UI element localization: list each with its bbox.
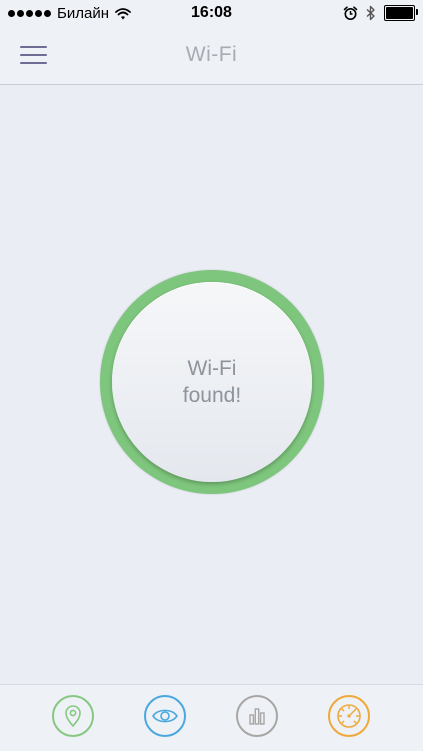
status-bar-right xyxy=(343,5,418,21)
status-line-2: found! xyxy=(182,384,242,407)
wifi-status-button[interactable]: Wi-Fi found! xyxy=(112,282,312,482)
speedometer-icon xyxy=(337,704,361,728)
tab-speed[interactable] xyxy=(328,695,370,737)
location-pin-icon xyxy=(65,705,81,727)
bluetooth-icon xyxy=(366,5,375,21)
status-bar: Билайн 16:08 xyxy=(0,0,423,28)
tab-bar xyxy=(0,684,423,751)
battery-icon xyxy=(384,5,418,21)
status-line-1: Wi-Fi xyxy=(187,357,237,380)
tab-statistics[interactable] xyxy=(236,695,278,737)
nav-bar: Wi-Fi xyxy=(0,28,423,85)
alarm-icon xyxy=(343,5,358,20)
tab-location[interactable] xyxy=(52,695,94,737)
page-title: Wi-Fi xyxy=(185,43,238,66)
battery-level xyxy=(386,7,413,19)
wifi-status-ring: Wi-Fi found! xyxy=(100,270,324,494)
eye-icon xyxy=(152,709,178,723)
tab-eye[interactable] xyxy=(144,695,186,737)
bar-chart-icon xyxy=(249,708,265,725)
